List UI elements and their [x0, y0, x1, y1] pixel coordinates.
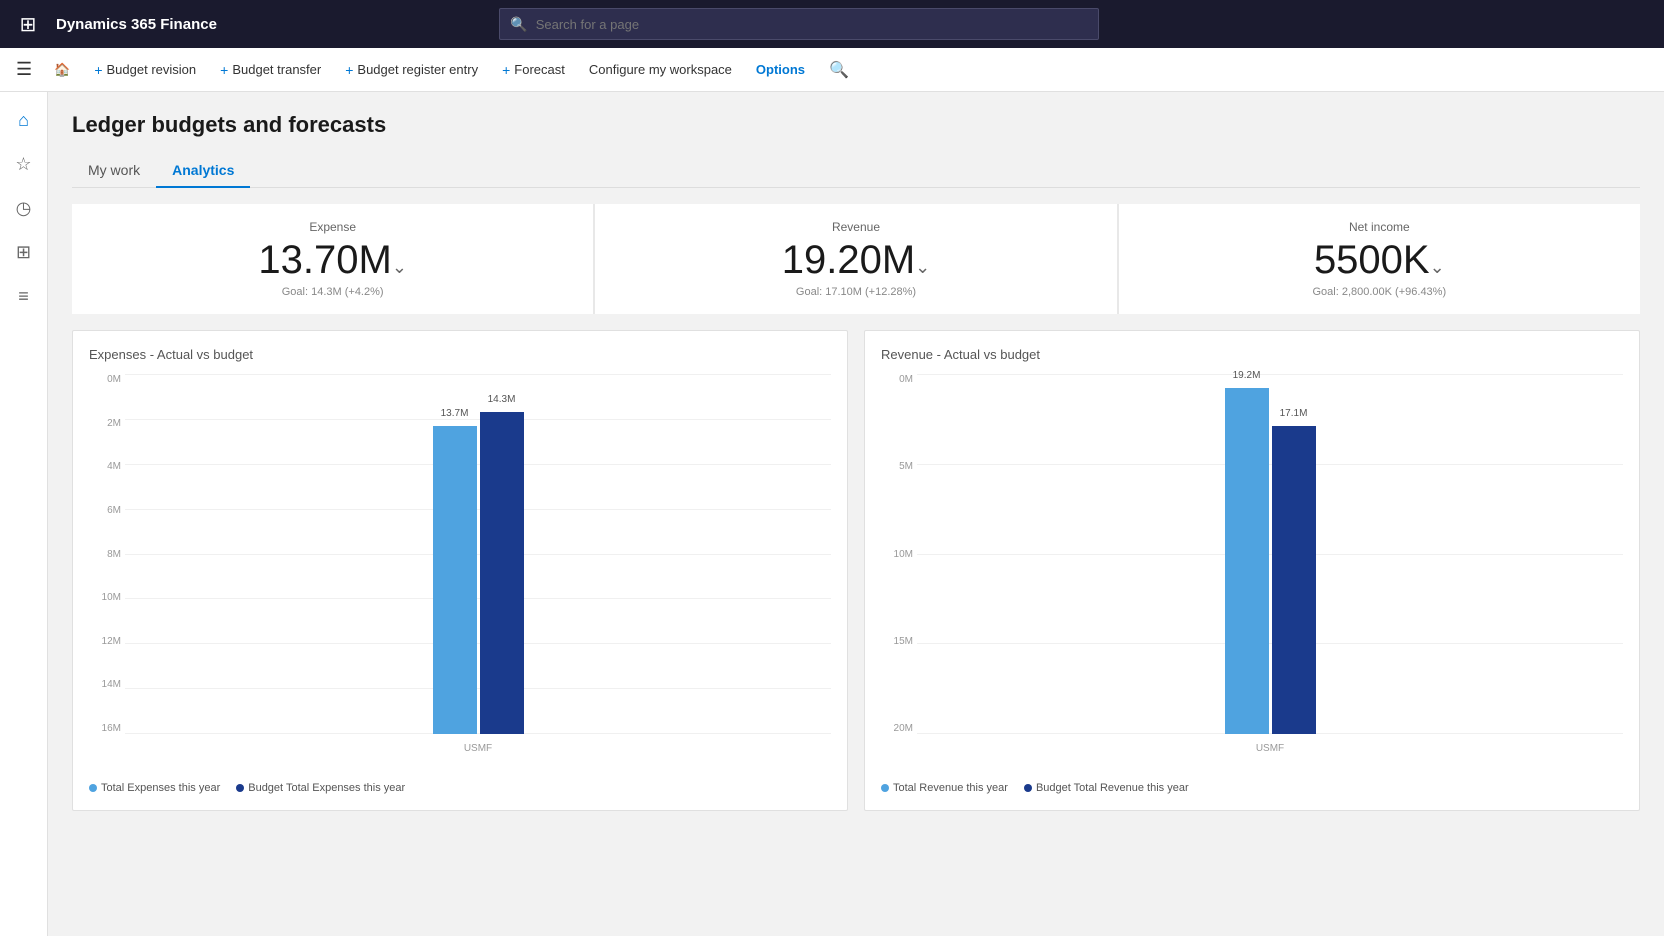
- expenses-legend-budget-dot: [236, 784, 244, 792]
- expenses-y-labels: 16M 14M 12M 10M 8M 6M 4M 2M 0M: [89, 374, 125, 754]
- kpi-value-net-income: 5500K⌄: [1143, 238, 1616, 282]
- revenue-chart-card: Revenue - Actual vs budget 20M 15M 10M 5…: [864, 330, 1640, 811]
- revenue-legend-actual-dot: [881, 784, 889, 792]
- main-layout: ⌂ ☆ ◷ ⊞ ≡ Ledger budgets and forecasts M…: [0, 92, 1664, 936]
- menu-item-configure-workspace[interactable]: Configure my workspace: [579, 56, 742, 83]
- kpi-label-expense: Expense: [96, 220, 569, 234]
- kpi-arrow-revenue: ⌄: [915, 257, 930, 277]
- menu-bar: ☰ 🏠 + Budget revision + Budget transfer …: [0, 48, 1664, 92]
- app-title: Dynamics 365 Finance: [56, 16, 217, 33]
- revenue-y-labels: 20M 15M 10M 5M 0M: [881, 374, 917, 754]
- kpi-goal-revenue: Goal: 17.10M (+12.28%): [619, 286, 1092, 298]
- kpi-card-expense: Expense 13.70M⌄ Goal: 14.3M (+4.2%): [72, 204, 593, 314]
- kpi-goal-expense: Goal: 14.3M (+4.2%): [96, 286, 569, 298]
- expenses-x-labels: USMF: [125, 743, 831, 754]
- expenses-legend-actual-dot: [89, 784, 97, 792]
- sidebar-item-favorites[interactable]: ☆: [4, 144, 44, 184]
- tab-analytics[interactable]: Analytics: [156, 154, 250, 188]
- sidebar-item-modules[interactable]: ≡: [4, 276, 44, 316]
- kpi-arrow-expense: ⌄: [392, 257, 407, 277]
- revenue-budget-bar[interactable]: 17.1M: [1272, 426, 1316, 734]
- kpi-label-net-income: Net income: [1143, 220, 1616, 234]
- expenses-chart-plot: 13.7M 14.3M USMF: [125, 374, 831, 754]
- kpi-goal-net-income: Goal: 2,800.00K (+96.43%): [1143, 286, 1616, 298]
- sidebar-item-home[interactable]: ⌂: [4, 100, 44, 140]
- expenses-chart-card: Expenses - Actual vs budget 16M 14M 12M …: [72, 330, 848, 811]
- apps-grid-icon[interactable]: ⊞: [12, 12, 44, 37]
- kpi-card-revenue: Revenue 19.20M⌄ Goal: 17.10M (+12.28%): [595, 204, 1116, 314]
- page-title: Ledger budgets and forecasts: [72, 112, 1640, 138]
- menu-item-budget-register-entry[interactable]: + Budget register entry: [335, 56, 488, 84]
- sidebar-item-recent[interactable]: ◷: [4, 188, 44, 228]
- expense-budget-label: 14.3M: [488, 394, 516, 405]
- kpi-row: Expense 13.70M⌄ Goal: 14.3M (+4.2%) Reve…: [72, 204, 1640, 314]
- menu-item-budget-revision[interactable]: + Budget revision: [84, 56, 206, 84]
- revenue-legend-actual: Total Revenue this year: [881, 782, 1008, 794]
- revenue-chart-title: Revenue - Actual vs budget: [881, 347, 1623, 362]
- hamburger-icon[interactable]: ☰: [8, 51, 40, 88]
- kpi-card-net-income: Net income 5500K⌄ Goal: 2,800.00K (+96.4…: [1119, 204, 1640, 314]
- revenue-budget-label: 17.1M: [1280, 408, 1308, 419]
- kpi-value-expense: 13.70M⌄: [96, 238, 569, 282]
- expense-actual-label: 13.7M: [441, 408, 469, 419]
- home-icon: 🏠: [54, 62, 70, 78]
- kpi-label-revenue: Revenue: [619, 220, 1092, 234]
- menu-item-forecast[interactable]: + Forecast: [492, 56, 575, 84]
- revenue-bar-group: 19.2M 17.1M: [1225, 388, 1316, 734]
- expenses-bars-container: 13.7M 14.3M: [125, 374, 831, 734]
- revenue-x-label: USMF: [1256, 743, 1284, 754]
- revenue-chart-legend: Total Revenue this year Budget Total Rev…: [881, 782, 1623, 794]
- expenses-legend-actual: Total Expenses this year: [89, 782, 220, 794]
- expenses-legend-budget: Budget Total Expenses this year: [236, 782, 405, 794]
- content-area: Ledger budgets and forecasts My work Ana…: [48, 92, 1664, 936]
- revenue-actual-label: 19.2M: [1233, 370, 1261, 381]
- kpi-value-revenue: 19.20M⌄: [619, 238, 1092, 282]
- expenses-chart-area: 16M 14M 12M 10M 8M 6M 4M 2M 0M: [89, 374, 831, 774]
- plus-icon: +: [345, 62, 353, 78]
- menu-search-icon[interactable]: 🔍: [819, 54, 859, 86]
- expenses-chart-legend: Total Expenses this year Budget Total Ex…: [89, 782, 831, 794]
- expenses-bar-group: 13.7M 14.3M: [433, 412, 524, 734]
- menu-item-home[interactable]: 🏠: [44, 56, 80, 84]
- search-bar[interactable]: 🔍: [499, 8, 1099, 40]
- plus-icon: +: [220, 62, 228, 78]
- revenue-legend-budget-dot: [1024, 784, 1032, 792]
- tab-my-work[interactable]: My work: [72, 154, 156, 188]
- kpi-arrow-net-income: ⌄: [1430, 257, 1445, 277]
- search-icon: 🔍: [510, 16, 527, 33]
- tabs-bar: My work Analytics: [72, 154, 1640, 188]
- revenue-actual-bar[interactable]: 19.2M: [1225, 388, 1269, 734]
- menu-item-options[interactable]: Options: [746, 56, 815, 83]
- charts-row: Expenses - Actual vs budget 16M 14M 12M …: [72, 330, 1640, 811]
- revenue-chart-plot: 19.2M 17.1M USMF: [917, 374, 1623, 754]
- expenses-chart-title: Expenses - Actual vs budget: [89, 347, 831, 362]
- expense-actual-bar[interactable]: 13.7M: [433, 426, 477, 734]
- revenue-bars-container: 19.2M 17.1M: [917, 374, 1623, 734]
- revenue-chart-area: 20M 15M 10M 5M 0M: [881, 374, 1623, 774]
- sidebar: ⌂ ☆ ◷ ⊞ ≡: [0, 92, 48, 936]
- expenses-x-label: USMF: [464, 743, 492, 754]
- search-input[interactable]: [536, 17, 1089, 32]
- revenue-x-labels: USMF: [917, 743, 1623, 754]
- top-bar: ⊞ Dynamics 365 Finance 🔍: [0, 0, 1664, 48]
- sidebar-item-workspaces[interactable]: ⊞: [4, 232, 44, 272]
- menu-item-budget-transfer[interactable]: + Budget transfer: [210, 56, 331, 84]
- plus-icon: +: [502, 62, 510, 78]
- expense-budget-bar[interactable]: 14.3M: [480, 412, 524, 734]
- revenue-legend-budget: Budget Total Revenue this year: [1024, 782, 1189, 794]
- plus-icon: +: [94, 62, 102, 78]
